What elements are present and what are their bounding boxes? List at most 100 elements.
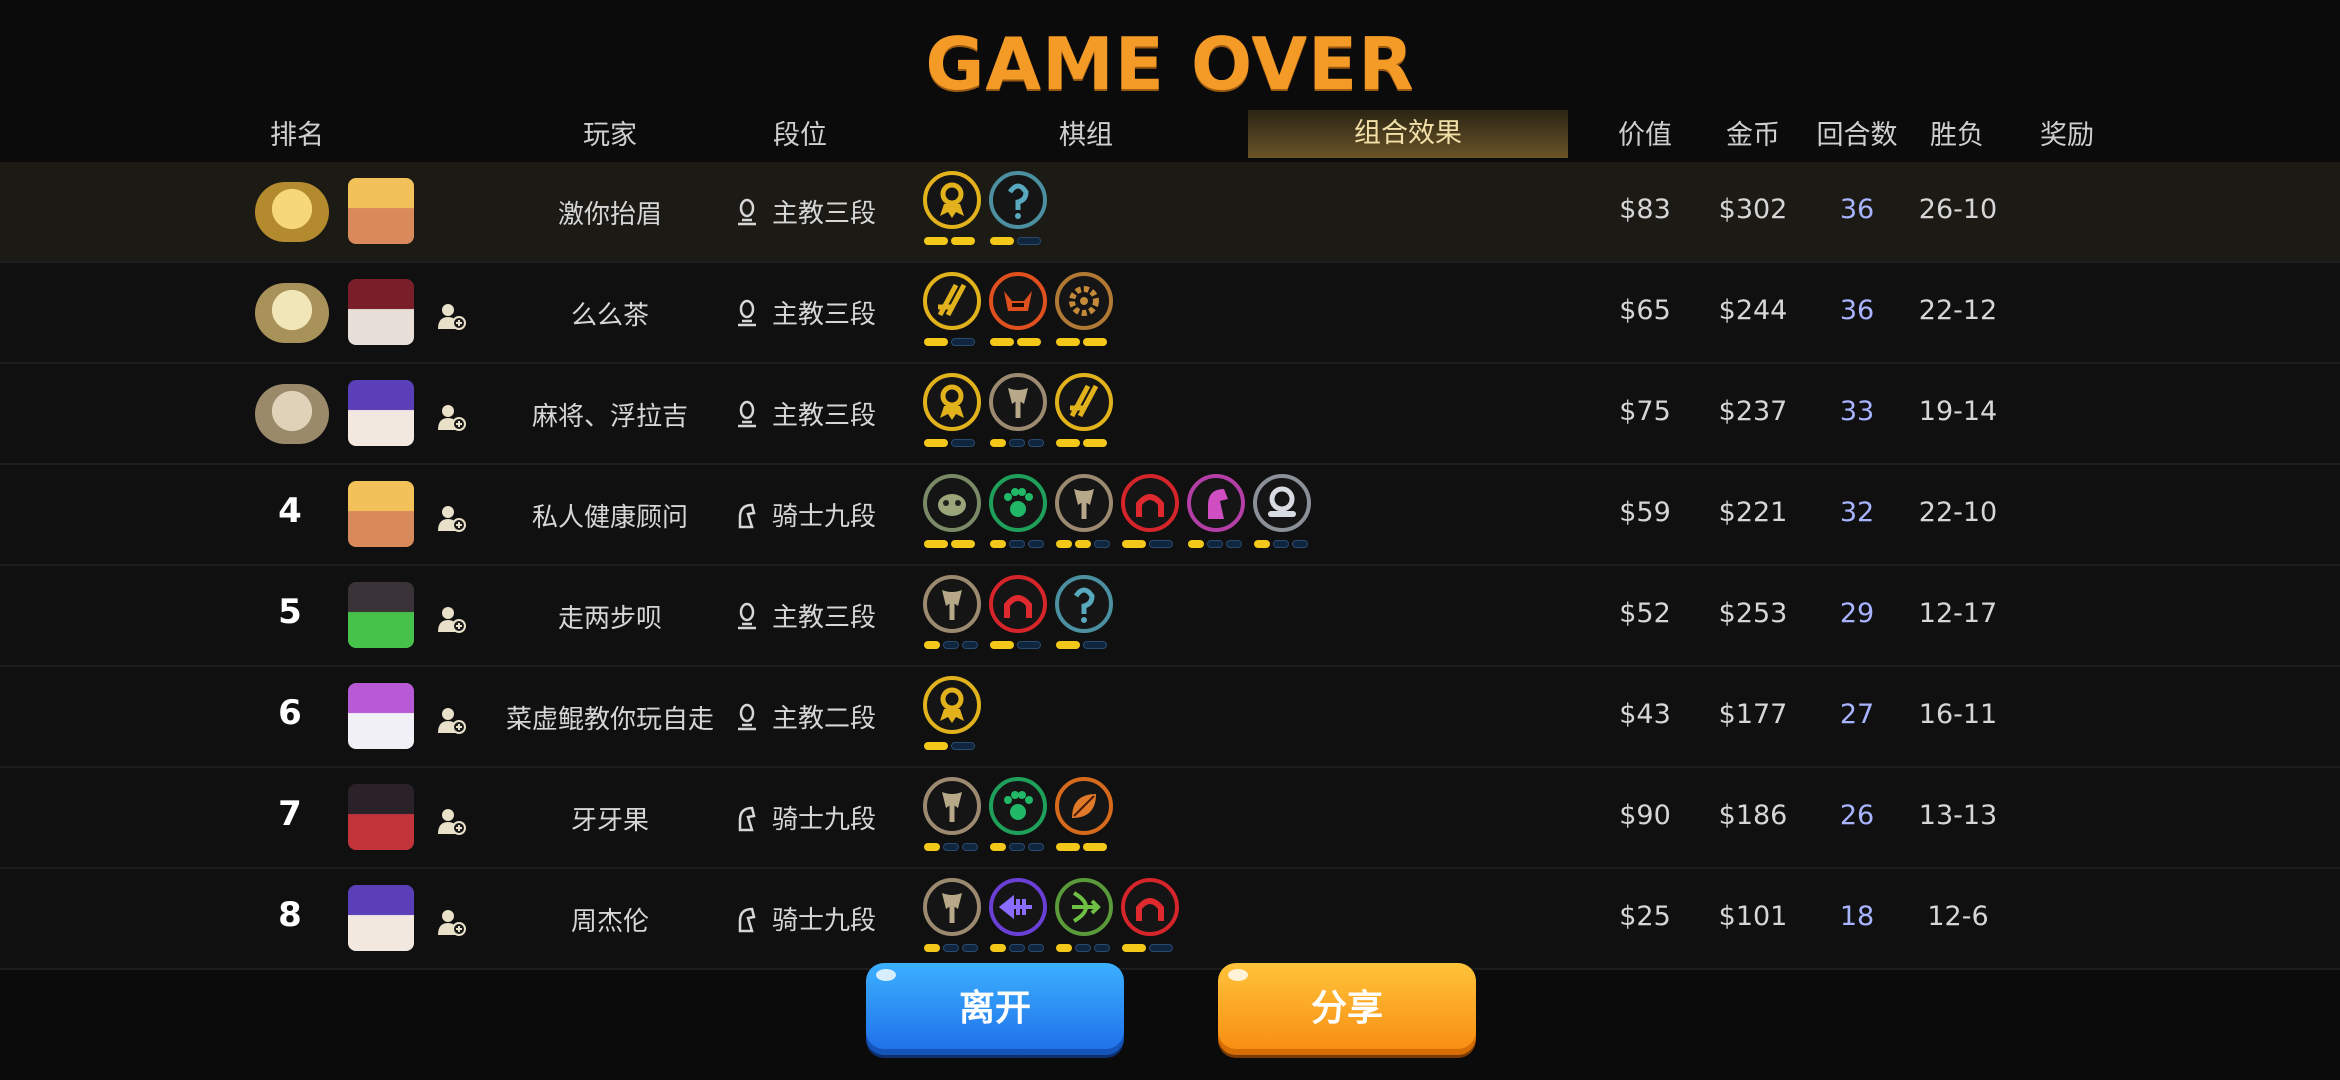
leave-button[interactable]: 离开 [866,963,1124,1055]
trait-progress-pip [1075,540,1091,548]
dragon-avatar[interactable] [348,683,414,749]
player-gold: $237 [1718,396,1788,427]
player-gold: $244 [1718,295,1788,326]
player-rounds: 36 [1839,194,1875,225]
player-tier: 主教三段 [734,294,876,331]
paw-trait-icon [989,474,1047,532]
trait-progress-pip [1009,944,1025,952]
header-reward: 奖励 [2040,120,2094,151]
player-gold: $177 [1718,699,1788,730]
trait-progress-pip [962,944,978,952]
player-name: 周杰伦 [570,907,649,937]
player-name: 么么茶 [570,301,649,331]
medal-trait-icon [923,171,981,229]
player-value: $59 [1619,497,1671,528]
trait-progress-pip [990,843,1006,851]
trait-progress-pip [1009,540,1025,548]
player-tier: 主教三段 [734,597,876,634]
trait-progress-pip [1122,540,1146,548]
trait-progress-pip [990,641,1014,649]
purple-hair-avatar[interactable] [348,885,414,951]
table-row: 8 周杰伦 骑士九段 $25 $101 18 12-6 [0,869,2340,970]
add-friend-icon[interactable] [436,301,466,331]
player-rounds: 32 [1839,497,1875,528]
trait-progress-pip [943,641,959,649]
player-gold: $221 [1718,497,1788,528]
add-friend-icon[interactable] [436,503,466,533]
button-gloss [876,969,896,981]
button-gloss [1228,969,1248,981]
blades-trait-icon [1055,373,1113,431]
table-row: 4 私人健康顾问 骑士九段 $59 $221 32 22-10 [0,465,2340,566]
knight-icon [738,503,756,529]
trait-progress-pip [1056,540,1072,548]
tier-label: 主教三段 [772,300,877,330]
header-rank: 排名 [270,120,324,151]
player-name: 菜虚鲲教你玩自走 [505,705,714,735]
blonde-hero-avatar[interactable] [348,178,414,244]
bishop-icon [738,602,756,630]
player-value: $65 [1619,295,1671,326]
tier-label: 主教二段 [772,704,877,734]
axe-trait-icon [923,878,981,936]
add-friend-icon[interactable] [436,907,466,937]
tier-label: 骑士九段 [772,906,877,936]
table-row: 麻将、浮拉吉 主教三段 $75 $237 33 19-14 [0,364,2340,465]
blonde-hero-avatar[interactable] [348,481,414,547]
trait-progress-pip [1075,944,1091,952]
horse-trait-icon [1187,474,1245,532]
tab-synergy[interactable]: 组合效果 [1248,110,1568,158]
add-friend-icon[interactable] [436,402,466,432]
trait-progress-pip [943,843,959,851]
player-value: $25 [1619,901,1671,932]
trait-progress-pip [924,439,948,447]
purple-hair-avatar[interactable] [348,380,414,446]
player-gold: $302 [1718,194,1788,225]
player-value: $83 [1619,194,1671,225]
axe-trait-icon [1055,474,1113,532]
player-tier: 骑士九段 [734,799,876,836]
tier-label: 主教三段 [772,199,877,229]
header-gold: 金币 [1726,120,1780,151]
player-tier: 骑士九段 [734,496,876,533]
player-tier: 主教三段 [734,395,876,432]
blades-trait-icon [923,272,981,330]
trait-progress-pip [1094,944,1110,952]
trait-progress-pip [951,742,975,750]
trait-progress-pip [1017,237,1041,245]
share-button[interactable]: 分享 [1218,963,1476,1055]
trait-progress-pip [1149,540,1173,548]
trait-progress-pip [1094,540,1110,548]
trait-progress-pip [951,439,975,447]
share-button-label: 分享 [1310,988,1383,1029]
bronze-trophy-badge [255,384,329,444]
player-tier: 主教三段 [734,193,876,230]
player-rounds: 27 [1839,699,1875,730]
table-header: 排名 玩家 段位 棋组 组合效果 价值 金币 回合数 胜负 奖励 [0,110,2340,160]
header-player: 玩家 [583,120,637,151]
bow-trait-icon [1055,878,1113,936]
ninja-avatar[interactable] [348,784,414,850]
add-friend-icon[interactable] [436,604,466,634]
trait-progress-pip [1009,439,1025,447]
player-name: 私人健康顾问 [531,503,688,533]
green-mohawk-avatar[interactable] [348,582,414,648]
player-rounds: 26 [1839,800,1875,831]
player-winloss: 22-10 [1918,497,1998,528]
add-friend-icon[interactable] [436,705,466,735]
axe-trait-icon [923,575,981,633]
header-tier: 段位 [773,120,827,151]
tier-label: 主教三段 [772,401,877,431]
add-friend-icon[interactable] [436,806,466,836]
table-row: 6 菜虚鲲教你玩自走 主教二段 $43 $177 27 16-11 [0,667,2340,768]
player-rounds: 18 [1839,901,1875,932]
rank-number: 8 [278,895,302,935]
player-value: $75 [1619,396,1671,427]
player-winloss: 19-14 [1918,396,1998,427]
demon-trait-icon [989,272,1047,330]
axe-trait-icon [923,777,981,835]
trait-progress-pip [951,540,975,548]
player-value: $90 [1619,800,1671,831]
trait-progress-pip [1292,540,1308,548]
skull-avatar[interactable] [348,279,414,345]
